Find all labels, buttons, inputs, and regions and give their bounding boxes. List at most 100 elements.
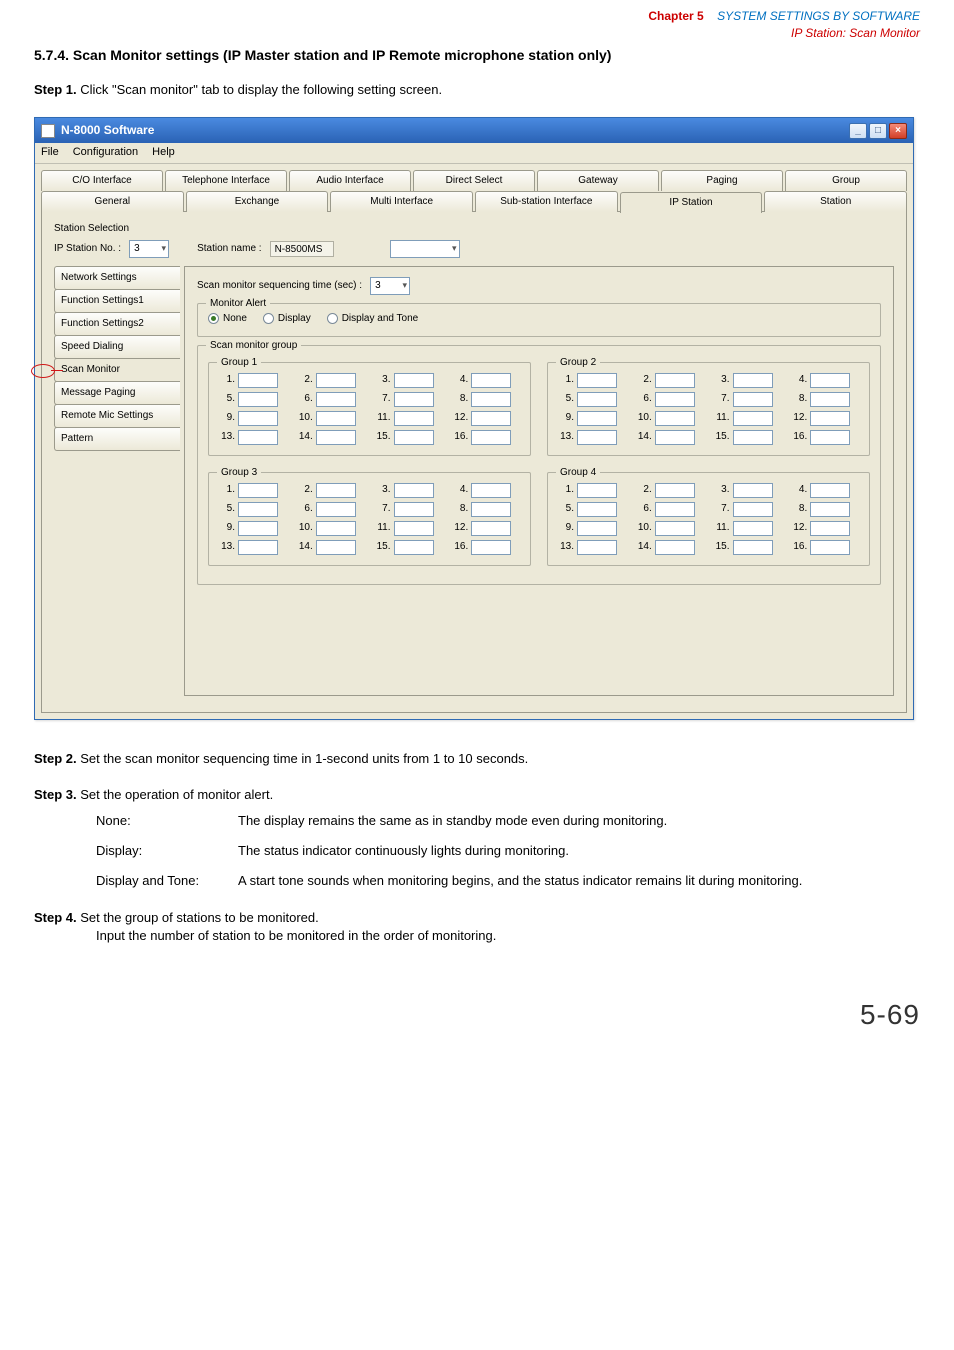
group2-input-3[interactable] xyxy=(733,373,773,388)
group3-input-10[interactable] xyxy=(316,521,356,536)
group3-input-11[interactable] xyxy=(394,521,434,536)
menu-help[interactable]: Help xyxy=(152,145,175,160)
group2-input-2[interactable] xyxy=(655,373,695,388)
tab-paging[interactable]: Paging xyxy=(661,170,783,191)
group1-input-4[interactable] xyxy=(471,373,511,388)
group4-input-11[interactable] xyxy=(733,521,773,536)
group2-input-4[interactable] xyxy=(810,373,850,388)
tab-gateway[interactable]: Gateway xyxy=(537,170,659,191)
group2-input-16[interactable] xyxy=(810,430,850,445)
side-tab-scan-monitor[interactable]: Scan Monitor xyxy=(54,358,180,382)
side-tab-remote-mic[interactable]: Remote Mic Settings xyxy=(54,404,180,428)
close-button[interactable]: × xyxy=(889,123,907,139)
station-extra-combo[interactable] xyxy=(390,240,460,258)
group1-input-8[interactable] xyxy=(471,392,511,407)
group3-input-4[interactable] xyxy=(471,483,511,498)
tab-general[interactable]: General xyxy=(41,191,184,212)
seq-time-combo[interactable]: 3 xyxy=(370,277,410,295)
tab-co-interface[interactable]: C/O Interface xyxy=(41,170,163,191)
group4-input-10[interactable] xyxy=(655,521,695,536)
side-tab-network[interactable]: Network Settings xyxy=(54,266,180,290)
group2-input-10[interactable] xyxy=(655,411,695,426)
tab-station[interactable]: Station xyxy=(764,191,907,212)
group3-input-14[interactable] xyxy=(316,540,356,555)
cell-index: 2. xyxy=(297,373,313,387)
group1-input-16[interactable] xyxy=(471,430,511,445)
group4-input-13[interactable] xyxy=(577,540,617,555)
side-tab-function1[interactable]: Function Settings1 xyxy=(54,289,180,313)
group4-input-14[interactable] xyxy=(655,540,695,555)
tab-telephone-interface[interactable]: Telephone Interface xyxy=(165,170,287,191)
menu-configuration[interactable]: Configuration xyxy=(73,145,138,160)
tab-ip-station[interactable]: IP Station xyxy=(620,192,763,213)
tab-direct-select[interactable]: Direct Select xyxy=(413,170,535,191)
tab-audio-interface[interactable]: Audio Interface xyxy=(289,170,411,191)
group1-input-15[interactable] xyxy=(394,430,434,445)
group3-input-3[interactable] xyxy=(394,483,434,498)
group4-input-3[interactable] xyxy=(733,483,773,498)
group1-input-13[interactable] xyxy=(238,430,278,445)
radio-display-tone[interactable]: Display and Tone xyxy=(327,312,419,326)
group4-input-15[interactable] xyxy=(733,540,773,555)
group4-input-6[interactable] xyxy=(655,502,695,517)
scan-monitor-group-legend: Scan monitor group xyxy=(206,339,301,353)
group3-input-13[interactable] xyxy=(238,540,278,555)
group3-input-9[interactable] xyxy=(238,521,278,536)
group4-input-4[interactable] xyxy=(810,483,850,498)
group2-input-9[interactable] xyxy=(577,411,617,426)
group3-input-12[interactable] xyxy=(471,521,511,536)
group2-input-11[interactable] xyxy=(733,411,773,426)
group3-input-1[interactable] xyxy=(238,483,278,498)
group4-input-2[interactable] xyxy=(655,483,695,498)
group1-input-9[interactable] xyxy=(238,411,278,426)
radio-display[interactable]: Display xyxy=(263,312,311,326)
group2-input-13[interactable] xyxy=(577,430,617,445)
group2-input-7[interactable] xyxy=(733,392,773,407)
radio-none[interactable]: None xyxy=(208,312,247,326)
group3-input-16[interactable] xyxy=(471,540,511,555)
group2-input-6[interactable] xyxy=(655,392,695,407)
tab-sub-station-interface[interactable]: Sub-station Interface xyxy=(475,191,618,212)
minimize-button[interactable]: _ xyxy=(849,123,867,139)
group1-input-12[interactable] xyxy=(471,411,511,426)
group1-input-3[interactable] xyxy=(394,373,434,388)
group1-input-14[interactable] xyxy=(316,430,356,445)
group4-input-16[interactable] xyxy=(810,540,850,555)
side-tab-function2[interactable]: Function Settings2 xyxy=(54,312,180,336)
group-cell: 3. xyxy=(714,483,782,498)
group1-input-7[interactable] xyxy=(394,392,434,407)
group4-input-8[interactable] xyxy=(810,502,850,517)
tab-exchange[interactable]: Exchange xyxy=(186,191,329,212)
group3-input-7[interactable] xyxy=(394,502,434,517)
tab-group[interactable]: Group xyxy=(785,170,907,191)
group4-input-5[interactable] xyxy=(577,502,617,517)
group2-input-8[interactable] xyxy=(810,392,850,407)
side-tab-pattern[interactable]: Pattern xyxy=(54,427,180,451)
group4-input-9[interactable] xyxy=(577,521,617,536)
group3-input-15[interactable] xyxy=(394,540,434,555)
group1-input-1[interactable] xyxy=(238,373,278,388)
group4-input-1[interactable] xyxy=(577,483,617,498)
group3-input-6[interactable] xyxy=(316,502,356,517)
group2-input-1[interactable] xyxy=(577,373,617,388)
tab-multi-interface[interactable]: Multi Interface xyxy=(330,191,473,212)
group3-input-2[interactable] xyxy=(316,483,356,498)
side-tab-message-paging[interactable]: Message Paging xyxy=(54,381,180,405)
group1-input-5[interactable] xyxy=(238,392,278,407)
group2-input-15[interactable] xyxy=(733,430,773,445)
group1-input-2[interactable] xyxy=(316,373,356,388)
group2-input-14[interactable] xyxy=(655,430,695,445)
group2-input-5[interactable] xyxy=(577,392,617,407)
group3-input-8[interactable] xyxy=(471,502,511,517)
group4-input-12[interactable] xyxy=(810,521,850,536)
menu-file[interactable]: File xyxy=(41,145,59,160)
group1-input-10[interactable] xyxy=(316,411,356,426)
group4-input-7[interactable] xyxy=(733,502,773,517)
ip-station-no-combo[interactable]: 3 xyxy=(129,240,169,258)
group1-input-6[interactable] xyxy=(316,392,356,407)
group1-input-11[interactable] xyxy=(394,411,434,426)
group2-input-12[interactable] xyxy=(810,411,850,426)
maximize-button[interactable]: □ xyxy=(869,123,887,139)
side-tab-speed-dialing[interactable]: Speed Dialing xyxy=(54,335,180,359)
group3-input-5[interactable] xyxy=(238,502,278,517)
